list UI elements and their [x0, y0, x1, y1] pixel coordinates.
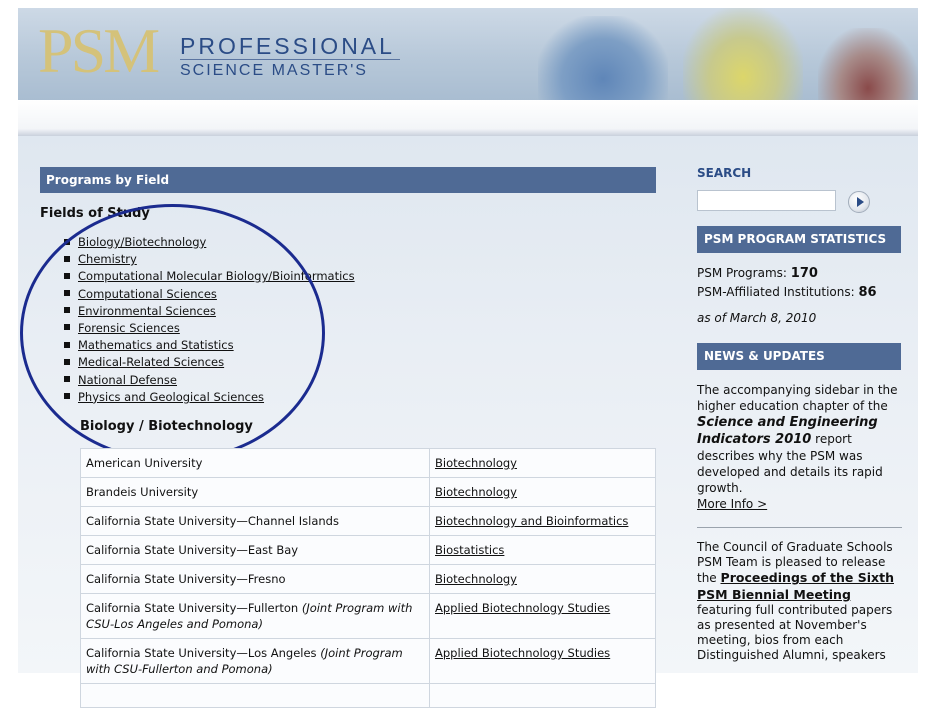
logo-divider — [180, 59, 400, 60]
beaker-image-blue — [538, 16, 668, 100]
program-link[interactable]: Applied Biotechnology Studies — [435, 601, 610, 615]
table-row: American University Biotechnology — [80, 448, 656, 478]
arrow-right-icon — [856, 197, 864, 207]
beaker-image-red — [818, 28, 918, 100]
psm-logo-mark[interactable]: PSM — [38, 16, 160, 86]
institution-cell: California State University—Fullerton (J… — [80, 593, 430, 639]
table-row: California State University—Fullerton (J… — [80, 593, 656, 639]
program-link[interactable]: Applied Biotechnology Studies — [435, 646, 610, 660]
institution-cell: Brandeis University — [80, 477, 430, 507]
institution-cell: American University — [80, 448, 430, 478]
program-cell: Biotechnology — [429, 564, 656, 594]
program-link[interactable]: Biotechnology — [435, 572, 517, 586]
proceedings-link[interactable]: Proceedings of the Sixth PSM Biennial Me… — [697, 570, 894, 601]
program-link[interactable]: Biostatistics — [435, 543, 504, 557]
stats-header: PSM PROGRAM STATISTICS — [697, 226, 901, 253]
program-cell: Biotechnology — [429, 448, 656, 478]
header-nav-strip — [18, 100, 918, 136]
programs-by-field-header: Programs by Field — [40, 167, 656, 193]
stat-institutions-value: 86 — [858, 285, 877, 300]
search-submit-button[interactable] — [848, 191, 870, 213]
program-cell: Biotechnology — [429, 477, 656, 507]
programs-table: American University Biotechnology Brande… — [80, 448, 656, 708]
more-info-link[interactable]: More Info > — [697, 497, 767, 511]
program-cell: Biotechnology and Bioinformatics — [429, 506, 656, 536]
stat-programs-value: 170 — [790, 266, 818, 281]
program-cell: Biostatistics — [429, 535, 656, 565]
program-cell: Applied Biotechnology Studies — [429, 593, 656, 639]
annotation-circle — [20, 204, 325, 462]
search-label: SEARCH — [697, 166, 752, 180]
institution-cell: California State University—Los Angeles … — [80, 638, 430, 684]
program-cell: Applied Biotechnology Studies — [429, 638, 656, 684]
program-link[interactable]: Biotechnology and Bioinformatics — [435, 514, 628, 528]
program-cell — [429, 683, 656, 708]
news-divider — [697, 527, 902, 528]
beaker-image-yellow — [683, 8, 803, 100]
program-link[interactable]: Biotechnology — [435, 485, 517, 499]
table-row — [80, 683, 656, 708]
table-row: California State University—Los Angeles … — [80, 638, 656, 684]
logo-title-professional: PROFESSIONAL — [180, 33, 395, 59]
program-link[interactable]: Biotechnology — [435, 456, 517, 470]
stats-date: as of March 8, 2010 — [697, 311, 817, 325]
news-item: The Council of Graduate Schools PSM Team… — [697, 540, 894, 663]
site-header: PSM PROFESSIONAL SCIENCE MASTER'S — [18, 8, 918, 100]
table-row: California State University—Fresno Biote… — [80, 564, 656, 594]
table-row: California State University—East Bay Bio… — [80, 535, 656, 565]
search-input[interactable] — [697, 190, 836, 211]
logo-title-science-masters: SCIENCE MASTER'S — [180, 62, 368, 79]
institution-cell: California State University—Fresno — [80, 564, 430, 594]
institution-cell: California State University—Channel Isla… — [80, 506, 430, 536]
stat-programs: PSM Programs: 170 — [697, 266, 818, 281]
table-row: California State University—Channel Isla… — [80, 506, 656, 536]
table-row: Brandeis University Biotechnology — [80, 477, 656, 507]
institution-cell — [80, 683, 430, 708]
stat-institutions: PSM-Affiliated Institutions: 86 — [697, 285, 877, 300]
news-item: The accompanying sidebar in the higher e… — [697, 383, 898, 511]
institution-cell: California State University—East Bay — [80, 535, 430, 565]
news-header: NEWS & UPDATES — [697, 343, 901, 370]
